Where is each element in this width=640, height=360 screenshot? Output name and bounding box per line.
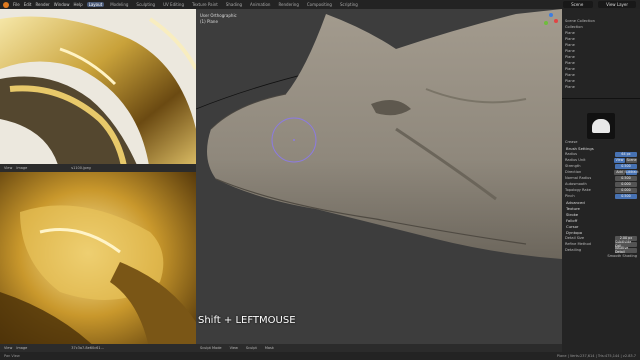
brush-icon (592, 119, 610, 133)
tab-modeling[interactable]: Modeling (108, 2, 130, 7)
keystroke-overlay: Shift + LEFTMOUSE (198, 315, 296, 326)
right-panels: Scene Collection Collection Plane Plane … (562, 9, 640, 352)
3d-viewport[interactable]: User Orthographic (1) Plane Sculpt Mode … (196, 9, 562, 352)
gizmo-z-icon (549, 13, 553, 17)
image-filename-top[interactable]: s1100.jpeg (71, 166, 90, 170)
reference-image-top: View Image s1100.jpeg (0, 9, 196, 172)
gizmo-y-icon (544, 21, 548, 25)
direction-subtract[interactable]: Subtract (624, 169, 639, 175)
radius-unit-scene[interactable]: Scene (626, 157, 637, 163)
detail-size-label: Detail Size (565, 236, 585, 240)
gizmo-x-icon (554, 19, 558, 23)
object-name: (1) Plane (200, 19, 218, 24)
pinch-label: Pinch (565, 194, 575, 198)
properties: Crease Brush Settings Radius 64 px Radius… (562, 99, 640, 259)
blender-logo-icon[interactable] (3, 1, 9, 8)
scene-selector[interactable]: Scene (563, 1, 594, 8)
ring-photo-bottom (0, 172, 196, 352)
smooth-shading-checkbox[interactable]: Smooth Shading (607, 254, 637, 258)
view-menu-top[interactable]: View (4, 166, 12, 170)
pinch-field[interactable]: 0.500 (615, 193, 637, 199)
tab-compositing[interactable]: Compositing (305, 2, 334, 7)
view-name: User Orthographic (200, 13, 237, 18)
status-hint: Pan View (4, 354, 20, 358)
sculpt-mesh (196, 9, 562, 352)
status-stats: Plane | Verts:237,614 | Tris:475,144 | v… (556, 354, 636, 358)
radius-unit-label: Radius Unit (565, 158, 586, 162)
direction-add[interactable]: Add (614, 169, 625, 175)
tab-layout[interactable]: Layout (86, 2, 105, 7)
navigation-gizmo[interactable] (544, 13, 558, 27)
menu-edit[interactable]: Edit (24, 2, 32, 7)
tab-animation[interactable]: Animation (248, 2, 272, 7)
topology-rake-field[interactable]: 0.000 (615, 187, 637, 193)
view-menu-bottom[interactable]: View (4, 346, 12, 350)
image-editor-header-top: View Image s1100.jpeg (0, 164, 196, 172)
tab-uv-editing[interactable]: UV Editing (161, 2, 186, 7)
image-editor-header-bottom: View Image 37c3a7.8e60c61... (0, 344, 196, 352)
tab-sculpting[interactable]: Sculpting (134, 2, 157, 7)
view-layer-selector[interactable]: View Layer (598, 1, 636, 8)
normal-radius-field[interactable]: 0.500 (615, 175, 637, 181)
topology-rake-label: Topology Rake (565, 188, 591, 192)
normal-radius-label: Normal Radius (565, 176, 592, 180)
menu-sculpt[interactable]: Sculpt (246, 346, 257, 350)
viewport-header: Sculpt Mode View Sculpt Mask (196, 344, 562, 352)
radius-unit-view[interactable]: View (614, 157, 625, 163)
reference-image-bottom: View Image 37c3a7.8e60c61... (0, 172, 196, 352)
menu-render[interactable]: Render (35, 2, 49, 7)
direction-label: Direction (565, 170, 582, 174)
menu-file[interactable]: File (13, 2, 20, 7)
image-menu-top[interactable]: Image (16, 166, 27, 170)
mode-selector[interactable]: Sculpt Mode (200, 346, 222, 350)
image-menu-bottom[interactable]: Image (16, 346, 27, 350)
menu-help[interactable]: Help (73, 2, 82, 7)
autosmooth-label: Autosmooth (565, 182, 587, 186)
autosmooth-field[interactable]: 0.000 (615, 181, 637, 187)
tab-shading[interactable]: Shading (224, 2, 244, 7)
ring-photo-top (0, 9, 196, 172)
tab-scripting[interactable]: Scripting (338, 2, 360, 7)
refine-method-label: Refine Method (565, 242, 591, 246)
image-filename-bottom[interactable]: 37c3a7.8e60c61... (71, 346, 104, 350)
outliner: Scene Collection Collection Plane Plane … (562, 9, 640, 99)
strength-field[interactable]: 0.500 (615, 163, 637, 169)
status-bar: Pan View Plane | Verts:237,614 | Tris:47… (0, 352, 640, 360)
brush-preview[interactable] (587, 113, 615, 139)
detailing-label: Detailing (565, 248, 582, 252)
tab-rendering[interactable]: Rendering (276, 2, 300, 7)
tab-texture-paint[interactable]: Texture Paint (190, 2, 220, 7)
detailing-select[interactable]: Relative Detail (615, 246, 637, 254)
outliner-item[interactable]: Plane (562, 84, 640, 90)
brush-name[interactable]: Crease (565, 140, 577, 144)
strength-label: Strength (565, 164, 581, 168)
top-menu-bar: File Edit Render Window Help Layout Mode… (0, 0, 640, 9)
menu-view[interactable]: View (230, 346, 238, 350)
menu-window[interactable]: Window (54, 2, 70, 7)
radius-label: Radius (565, 152, 578, 156)
menu-mask[interactable]: Mask (265, 346, 274, 350)
radius-field[interactable]: 64 px (615, 151, 637, 157)
